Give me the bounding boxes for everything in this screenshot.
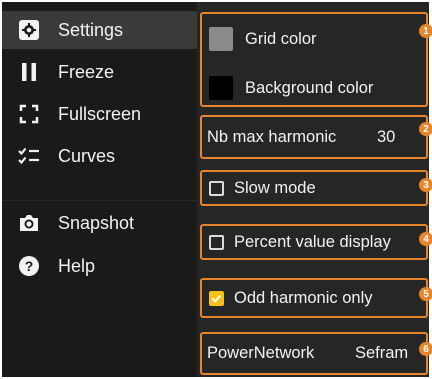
callout-number: 4 xyxy=(419,232,432,246)
sidebar-item-label: Fullscreen xyxy=(58,103,142,124)
power-network-select[interactable]: Sefram xyxy=(355,340,408,366)
percent-value-display-setting[interactable]: Percent value display xyxy=(209,228,391,256)
percent-value-display-checkbox[interactable] xyxy=(209,234,224,250)
sidebar-menu: Settings Freeze Fullscreen Curves Snapsh… xyxy=(2,2,197,377)
settings-panel: 1 Grid color Background color 2 Nb max h… xyxy=(197,2,432,377)
callout-number: 1 xyxy=(419,24,432,38)
gear-icon xyxy=(18,19,40,41)
nb-max-harmonic-input[interactable]: 30 xyxy=(377,124,395,150)
sidebar-item-label: Settings xyxy=(58,19,124,40)
camera-icon xyxy=(18,212,40,234)
power-network-setting: PowerNetwork xyxy=(207,340,314,366)
grid-color-label: Grid color xyxy=(245,29,317,48)
grid-color-setting[interactable]: Grid color xyxy=(209,24,317,54)
nb-max-harmonic-label: Nb max harmonic xyxy=(207,127,337,146)
callout-number: 5 xyxy=(419,287,432,301)
sidebar-item-label: Help xyxy=(58,255,96,276)
fullscreen-icon xyxy=(18,103,40,125)
background-color-label: Background color xyxy=(245,78,374,97)
pause-icon xyxy=(18,61,40,83)
sidebar-divider xyxy=(2,200,197,201)
slow-mode-checkbox[interactable] xyxy=(209,180,224,196)
svg-text:?: ? xyxy=(25,258,34,274)
background-color-swatch[interactable] xyxy=(209,76,233,100)
nb-max-harmonic-setting: Nb max harmonic xyxy=(207,124,336,150)
sidebar-item-fullscreen[interactable]: Fullscreen xyxy=(2,95,197,133)
sidebar-item-label: Snapshot xyxy=(58,212,135,233)
callout-number: 2 xyxy=(419,122,432,136)
odd-harmonic-only-setting[interactable]: Odd harmonic only xyxy=(209,284,373,312)
sidebar-item-freeze[interactable]: Freeze xyxy=(2,53,197,91)
percent-value-display-label: Percent value display xyxy=(234,232,391,251)
sidebar-item-label: Curves xyxy=(58,145,116,166)
slow-mode-label: Slow mode xyxy=(234,178,316,197)
sidebar-item-curves[interactable]: Curves xyxy=(2,137,197,175)
background-color-setting[interactable]: Background color xyxy=(209,73,373,103)
help-icon: ? xyxy=(18,255,40,277)
callout-number: 3 xyxy=(419,178,432,192)
odd-harmonic-only-checkbox[interactable] xyxy=(209,290,224,306)
checkmark-icon xyxy=(211,294,222,303)
sidebar-item-settings[interactable]: Settings xyxy=(2,11,197,49)
checklist-icon xyxy=(18,145,40,167)
sidebar-item-help[interactable]: ? Help xyxy=(2,247,197,285)
odd-harmonic-only-label: Odd harmonic only xyxy=(234,288,373,307)
slow-mode-setting[interactable]: Slow mode xyxy=(209,174,316,202)
grid-color-swatch[interactable] xyxy=(209,27,233,51)
callout-number: 6 xyxy=(419,342,432,356)
app-window: Settings Freeze Fullscreen Curves Snapsh… xyxy=(2,2,432,377)
sidebar-item-snapshot[interactable]: Snapshot xyxy=(2,204,197,242)
power-network-label: PowerNetwork xyxy=(207,343,315,362)
sidebar-item-label: Freeze xyxy=(58,61,115,82)
